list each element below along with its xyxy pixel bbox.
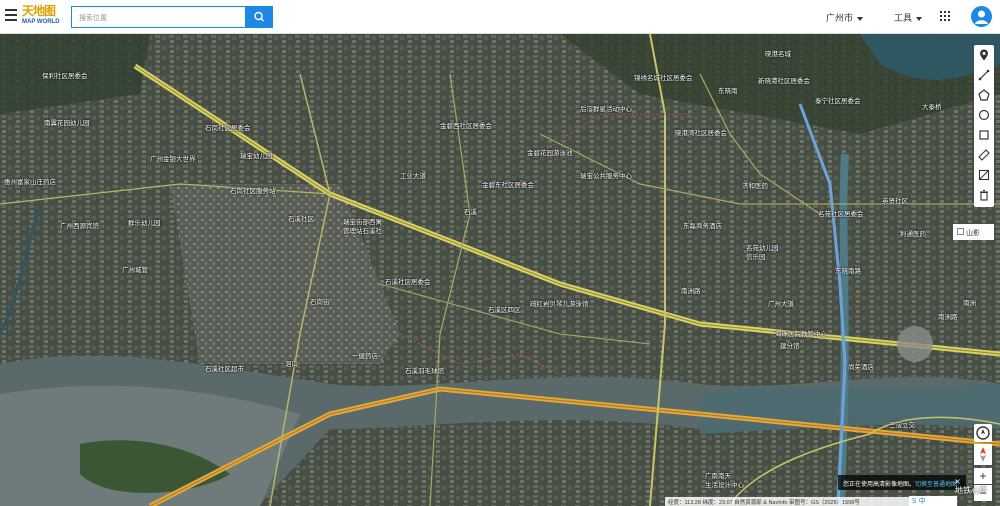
switch-map-link[interactable]: 切换至普通地图 <box>915 482 957 488</box>
map-label: 新晓港社区居委会 <box>758 77 810 85</box>
map-label: 广州大道 <box>768 300 794 308</box>
map-label: 南洲路 <box>681 287 701 295</box>
map-label: 利通医药 <box>900 230 926 238</box>
ime-indicator: S 中 <box>909 496 957 506</box>
circle-icon[interactable] <box>977 108 991 122</box>
apps-grid-icon[interactable] <box>940 11 950 21</box>
tools-label: 工具 <box>894 13 913 23</box>
map-label: 生活设计中心 <box>705 481 744 489</box>
map-label: 济和医药 <box>742 182 768 190</box>
map-label: 后滘群星活动中心 <box>580 105 632 113</box>
map-label: 三滘立交 <box>889 421 915 429</box>
north-arrow-icon[interactable] <box>974 444 992 465</box>
map-label: 南洲路 <box>938 313 958 321</box>
map-label: 石溪社区居委会 <box>385 278 431 286</box>
map-label: 晓港湾社区居委会 <box>675 129 727 137</box>
city-selector[interactable]: 广州市 <box>826 11 864 24</box>
map-label: 金碧东社区居委会 <box>482 181 534 189</box>
map-label: 信乐园 <box>746 253 766 261</box>
map-label: 惠州富家山庄药店 <box>4 178 56 186</box>
line-icon[interactable] <box>977 68 991 82</box>
top-bar: 天地图 MAP WORLD 搜索位置 广州市 工具 <box>0 0 1000 34</box>
user-avatar-icon[interactable] <box>971 6 992 27</box>
map-label: 金碧花园游泳池 <box>527 149 573 157</box>
marker-icon[interactable] <box>977 48 991 62</box>
chevron-down-icon <box>916 16 923 21</box>
map-label: 石溪羽毛球馆 <box>405 367 444 375</box>
hillshade-toggle[interactable]: 山影 <box>953 224 994 240</box>
map-label: 洄口 <box>285 360 298 368</box>
compass-icon <box>976 426 990 440</box>
search-button[interactable] <box>246 6 273 28</box>
imagery-notice: 您正在使用高清影像地图。切换至普通地图 <box>838 475 966 490</box>
trash-icon[interactable] <box>977 188 991 202</box>
map-label: 东磊商务酒店 <box>683 222 722 230</box>
map-label: 东晓南路 <box>835 267 861 275</box>
logo[interactable]: 天地图 MAP WORLD <box>22 5 64 29</box>
map-label: 石溪区四区 <box>488 306 521 314</box>
watermark: 地铁心声 <box>955 486 987 495</box>
search-icon <box>254 11 264 22</box>
map-label: 瑞宝幼儿园 <box>240 152 273 160</box>
search-input[interactable]: 搜索位置 <box>71 6 246 28</box>
map-label: 瑞宝公共服务中心 <box>580 172 632 180</box>
map-label: 海珠医院教管中心 <box>775 330 827 338</box>
zoom-in-button[interactable]: + <box>974 468 992 484</box>
map-label: 广州城管 <box>122 266 148 274</box>
logo-en: MAP WORLD <box>22 19 60 25</box>
map-label: 晓港名城 <box>765 50 791 58</box>
rectangle-icon[interactable] <box>977 128 991 142</box>
map-label: 石岗社区居委会 <box>205 124 251 132</box>
map-label: 一健药店 <box>352 352 378 360</box>
notice-text: 您正在使用高清影像地图。 <box>843 482 916 488</box>
map-label: 群乐幼儿园 <box>128 219 161 227</box>
ruler-icon[interactable] <box>977 148 991 162</box>
menu-icon[interactable] <box>5 9 17 23</box>
map-label: 工业大道 <box>400 172 426 180</box>
logo-cn: 天地图 <box>22 4 56 18</box>
map-label: 石溪社区超市 <box>205 365 244 373</box>
map-label: 南翼花园幼儿园 <box>44 119 90 127</box>
map-label: 石溪 <box>464 208 477 216</box>
map-label: 英贤社区 <box>882 197 908 205</box>
map-label: 石岗街 <box>310 298 330 306</box>
map-label: 锦绣名城社区居委会 <box>634 74 693 82</box>
map-label: 大泰桥 <box>922 103 942 111</box>
hillshade-checkbox[interactable] <box>957 228 964 235</box>
map-label: 广州金银大世界 <box>150 155 196 163</box>
map-label: 金碧西社区居委会 <box>440 122 492 130</box>
map-label: 广州西源宾馆 <box>60 222 99 230</box>
chevron-down-icon <box>857 16 864 21</box>
tools-menu[interactable]: 工具 <box>894 11 923 24</box>
map-label: 疏红岩贝琴儿游泳馆 <box>530 300 589 308</box>
polygon-icon[interactable] <box>977 88 991 102</box>
map-label: 泰宁社区居委会 <box>815 97 861 105</box>
draw-toolbar <box>974 45 994 207</box>
map-label: 建分馆 <box>780 342 800 350</box>
map-label: 尚荣酒店 <box>848 363 874 371</box>
map-label: 南洲 <box>963 299 976 307</box>
area-icon[interactable] <box>977 168 991 182</box>
status-bar: 经度：113.28 纬度：23.07 自然资源部 & NavInfo 审图号：G… <box>665 497 950 506</box>
map-label: 管理站石溪社 <box>343 227 382 235</box>
map-label: 东晓南 <box>718 87 738 95</box>
satellite-map[interactable]: 保利社区居委会 南翼花园幼儿园广州金银大世界 石岗社区居委会瑞宝幼儿园石岗社区服务站… <box>0 34 1000 506</box>
map-label: 石溪社区 <box>288 215 314 223</box>
city-label: 广州市 <box>826 13 854 23</box>
map-label: 石岗社区服务站 <box>230 187 276 195</box>
compass-button[interactable] <box>974 424 992 442</box>
map-label: 名苑社区居委会 <box>818 210 864 218</box>
map-label: 保利社区居委会 <box>42 72 88 80</box>
hillshade-label: 山影 <box>966 229 980 237</box>
